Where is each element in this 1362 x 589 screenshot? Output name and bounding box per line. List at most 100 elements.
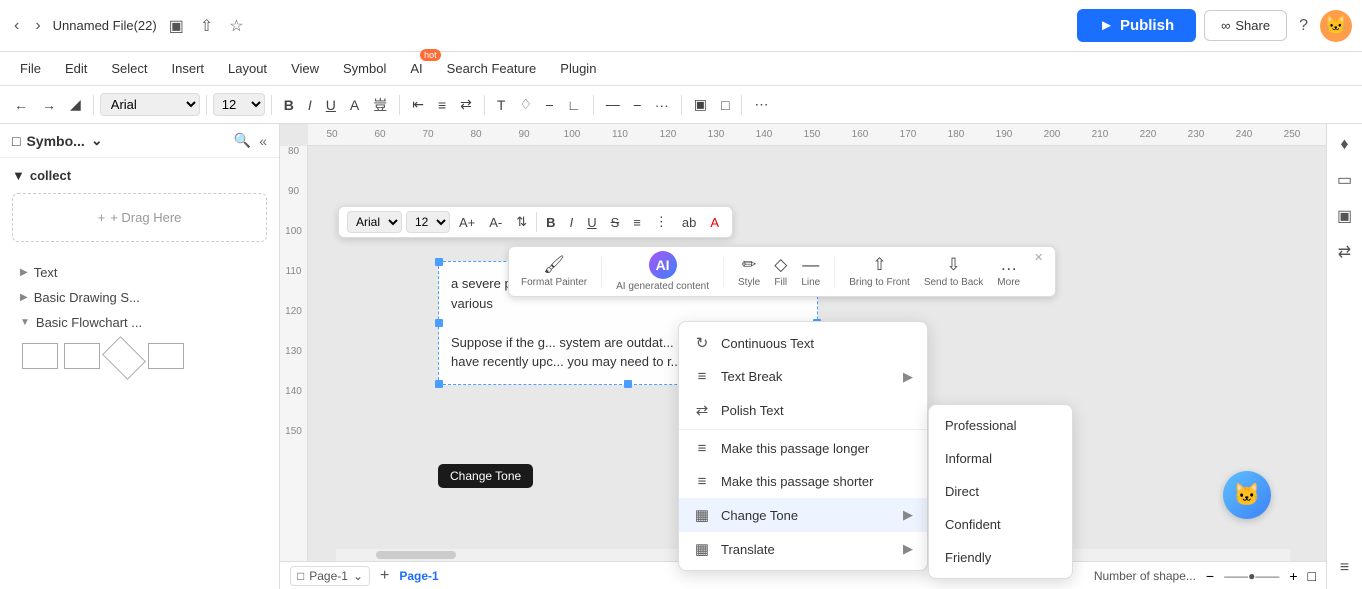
menu-file[interactable]: File	[10, 57, 51, 80]
float-highlight-button[interactable]: ab	[677, 213, 701, 232]
menu-search-feature[interactable]: Search Feature	[437, 57, 547, 80]
tone-professional[interactable]: Professional	[929, 409, 1072, 442]
menu-view[interactable]: View	[281, 57, 329, 80]
paint-format-button[interactable]: ◢	[64, 92, 87, 117]
float-line-height[interactable]: ⇅	[511, 212, 532, 232]
align-left-button[interactable]: ⇤	[406, 92, 430, 117]
shape-fill-button[interactable]: ♢	[513, 92, 538, 117]
right-panel-btn-4[interactable]: ⇄	[1334, 238, 1355, 266]
italic-button[interactable]: I	[302, 93, 318, 117]
resize-handle-bm[interactable]	[624, 380, 632, 388]
float-font-selector[interactable]: Arial	[347, 211, 402, 233]
redo-button[interactable]: →	[36, 93, 62, 117]
frame-button[interactable]: ▣	[688, 92, 713, 117]
float-italic-button[interactable]: I	[565, 213, 579, 232]
text-style-button[interactable]: 豈	[367, 91, 393, 119]
menu-edit[interactable]: Edit	[55, 57, 97, 80]
menu-symbol[interactable]: Symbol	[333, 57, 396, 80]
crop-button[interactable]: □	[715, 93, 735, 117]
help-button[interactable]: ?	[1295, 13, 1312, 39]
zoom-slider[interactable]: ——●——	[1224, 569, 1279, 583]
ctx-change-tone[interactable]: ▦ Change Tone ▶	[679, 498, 927, 532]
tone-direct[interactable]: Direct	[929, 475, 1072, 508]
avatar[interactable]: 🐱	[1320, 10, 1352, 42]
send-to-back-item[interactable]: ⇩ Send to Back	[924, 255, 983, 288]
text-box-button[interactable]: T	[491, 93, 512, 117]
right-panel-btn-3[interactable]: ▣	[1333, 202, 1356, 230]
line-item[interactable]: — Line	[801, 255, 820, 288]
menu-insert[interactable]: Insert	[162, 57, 215, 80]
shape-rect3[interactable]	[148, 343, 184, 369]
ctx-make-shorter[interactable]: ≡ Make this passage shorter	[679, 465, 927, 498]
ctx-make-longer[interactable]: ≡ Make this passage longer	[679, 432, 927, 465]
font-size-selector[interactable]: 12	[213, 93, 265, 116]
zoom-out-button[interactable]: −	[1206, 568, 1214, 584]
shape-diamond[interactable]	[102, 336, 146, 380]
star-button[interactable]: ☆	[225, 12, 247, 40]
more-item[interactable]: … More	[997, 255, 1020, 288]
back-button[interactable]: ‹	[10, 13, 23, 39]
sidebar-item-basic-flowchart[interactable]: ▼ Basic Flowchart ...	[12, 310, 267, 335]
float-bullet-button[interactable]: ⋮	[650, 212, 673, 232]
page-selector[interactable]: □ Page-1 ⌄	[290, 566, 370, 586]
forward-button[interactable]: ›	[31, 13, 44, 39]
format-painter-item[interactable]: 🖌 Format Painter	[521, 255, 587, 288]
shape-rect[interactable]	[22, 343, 58, 369]
right-panel-btn-1[interactable]: ♦	[1336, 132, 1352, 158]
underline-button[interactable]: U	[320, 93, 342, 117]
canvas-area[interactable]: 50 60 70 80 90 100 110 120 130 140 150 1…	[280, 124, 1326, 589]
drag-here-area[interactable]: + + Drag Here	[12, 193, 267, 242]
resize-handle-bl[interactable]	[435, 380, 443, 388]
tone-friendly[interactable]: Friendly	[929, 541, 1072, 574]
sidebar-search-button[interactable]: 🔍	[234, 132, 251, 149]
tone-informal[interactable]: Informal	[929, 442, 1072, 475]
collect-section-label[interactable]: ▼ collect	[12, 164, 267, 187]
float-strikethrough-button[interactable]: S	[606, 213, 625, 232]
right-panel-btn-2[interactable]: ▭	[1333, 166, 1356, 194]
resize-handle-ml[interactable]	[435, 319, 443, 327]
ctx-text-break[interactable]: ≡ Text Break ▶	[679, 360, 927, 393]
share-button[interactable]: ∞ Share	[1204, 10, 1287, 41]
fill-item[interactable]: ◇ Fill	[774, 255, 787, 288]
text-wrap-button[interactable]: ⇄	[454, 92, 478, 117]
sidebar-item-basic-drawing[interactable]: ▶ Basic Drawing S...	[12, 285, 267, 310]
publish-button[interactable]: ► Publish	[1077, 9, 1196, 42]
ctx-polish-text[interactable]: ⇄ Polish Text	[679, 393, 927, 427]
font-selector[interactable]: Arial	[100, 93, 200, 116]
connector-button[interactable]: ∟	[561, 93, 587, 117]
menu-plugin[interactable]: Plugin	[550, 57, 606, 80]
shape-rect2[interactable]	[64, 343, 100, 369]
sidebar-expand-icon[interactable]: ⌄	[91, 132, 103, 149]
sidebar-item-text[interactable]: ▶ Text	[12, 260, 267, 285]
bring-to-front-item[interactable]: ⇧ Bring to Front	[849, 255, 910, 288]
fit-screen-button[interactable]: □	[1308, 568, 1316, 584]
bold-button[interactable]: B	[278, 93, 300, 117]
ai-generated-content-item[interactable]: AI AI generated content	[616, 251, 709, 292]
menu-select[interactable]: Select	[101, 57, 157, 80]
float-size-decrease[interactable]: A-	[484, 213, 507, 232]
ctx-translate[interactable]: ▦ Translate ▶	[679, 532, 927, 566]
dash-style-button[interactable]: ···	[649, 93, 675, 117]
float-text-color-button[interactable]: A	[705, 213, 724, 232]
align-center-button[interactable]: ≡	[432, 93, 452, 117]
more-options-button[interactable]: ⋯	[748, 92, 774, 117]
float-bold-button[interactable]: B	[541, 213, 560, 232]
share-icon-button[interactable]: ⇧	[196, 12, 217, 40]
line-style-button[interactable]: ⎯⎯	[600, 92, 626, 117]
right-panel-settings[interactable]: ≡	[1336, 555, 1353, 581]
ctx-continuous-text[interactable]: ↻ Continuous Text	[679, 326, 927, 360]
zoom-in-button[interactable]: +	[1289, 568, 1297, 584]
resize-handle-tl[interactable]	[435, 258, 443, 266]
add-page-button[interactable]: +	[380, 567, 389, 585]
line-weight-button[interactable]: ⎯	[628, 92, 647, 117]
float-size-selector[interactable]: 12	[406, 211, 450, 233]
float-underline-button[interactable]: U	[582, 213, 601, 232]
ai-assistant-bubble[interactable]: 🐱	[1223, 471, 1271, 519]
float-list-button[interactable]: ≡	[628, 213, 646, 232]
float-size-increase[interactable]: A+	[454, 213, 480, 232]
line-button[interactable]: ⎯	[540, 92, 559, 117]
panel-toggle-button[interactable]: ▣	[165, 12, 188, 40]
undo-button[interactable]: ←	[8, 93, 34, 117]
scroll-thumb[interactable]	[376, 551, 456, 559]
dismiss-ai-toolbar[interactable]: ✕	[1034, 251, 1043, 264]
